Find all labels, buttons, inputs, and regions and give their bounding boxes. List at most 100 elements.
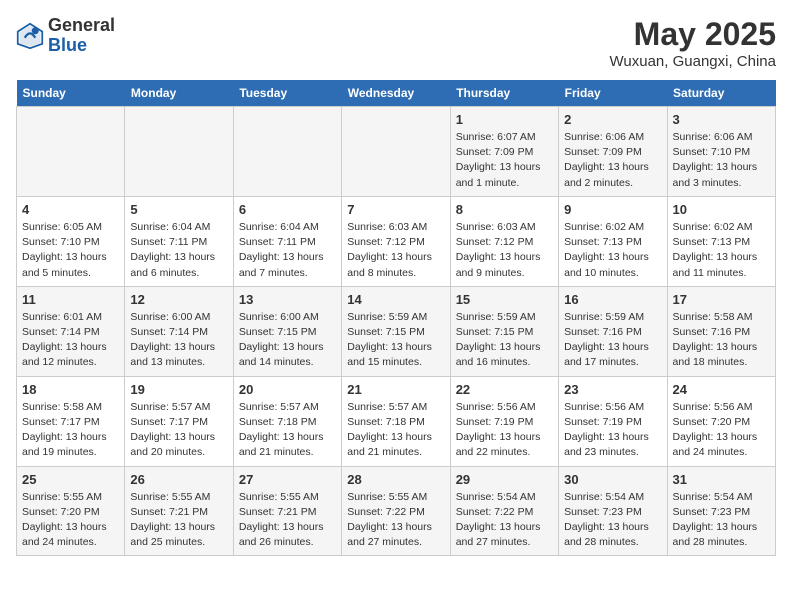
day-info: Sunrise: 6:07 AM Sunset: 7:09 PM Dayligh…	[456, 130, 553, 191]
day-info: Sunrise: 5:54 AM Sunset: 7:23 PM Dayligh…	[564, 490, 661, 551]
day-info: Sunrise: 5:59 AM Sunset: 7:15 PM Dayligh…	[456, 310, 553, 371]
day-info: Sunrise: 5:55 AM Sunset: 7:20 PM Dayligh…	[22, 490, 119, 551]
weekday-header: Thursday	[450, 80, 558, 107]
calendar-cell: 26Sunrise: 5:55 AM Sunset: 7:21 PM Dayli…	[125, 466, 233, 556]
calendar-cell: 13 Sunrise: 6:00 AM Sunset: 7:15 PM Dayli…	[233, 286, 341, 376]
calendar-cell: 22Sunrise: 5:56 AM Sunset: 7:19 PM Dayli…	[450, 376, 558, 466]
calendar-cell: 8 Sunrise: 6:03 AM Sunset: 7:12 PM Daylig…	[450, 196, 558, 286]
day-info: Sunrise: 6:03 AM Sunset: 7:12 PM Dayligh…	[456, 220, 553, 281]
calendar-cell: 21 Sunrise: 5:57 AM Sunset: 7:18 PM Dayli…	[342, 376, 450, 466]
day-number: 8	[456, 202, 553, 217]
calendar-table: SundayMondayTuesdayWednesdayThursdayFrid…	[16, 80, 776, 556]
weekday-header: Tuesday	[233, 80, 341, 107]
day-info: Sunrise: 6:05 AM Sunset: 7:10 PM Dayligh…	[22, 220, 119, 281]
day-info: Sunrise: 6:02 AM Sunset: 7:13 PM Dayligh…	[564, 220, 661, 281]
calendar-cell	[125, 107, 233, 197]
day-number: 23	[564, 382, 661, 397]
calendar-cell: 19 Sunrise: 5:57 AM Sunset: 7:17 PM Dayli…	[125, 376, 233, 466]
day-number: 9	[564, 202, 661, 217]
day-number: 15	[456, 292, 553, 307]
logo-blue: Blue	[48, 35, 87, 55]
day-number: 1	[456, 112, 553, 127]
day-number: 24	[673, 382, 770, 397]
day-info: Sunrise: 6:00 AM Sunset: 7:15 PM Dayligh…	[239, 310, 336, 371]
weekday-header: Sunday	[17, 80, 125, 107]
day-number: 13	[239, 292, 336, 307]
calendar-cell: 9 Sunrise: 6:02 AM Sunset: 7:13 PM Daylig…	[559, 196, 667, 286]
day-info: Sunrise: 6:06 AM Sunset: 7:09 PM Dayligh…	[564, 130, 661, 191]
calendar-cell: 18Sunrise: 5:58 AM Sunset: 7:17 PM Dayli…	[17, 376, 125, 466]
calendar-cell: 6 Sunrise: 6:04 AM Sunset: 7:11 PM Daylig…	[233, 196, 341, 286]
day-number: 21	[347, 382, 444, 397]
title-block: May 2025 Wuxuan, Guangxi, China	[610, 16, 777, 70]
weekday-header: Saturday	[667, 80, 775, 107]
calendar-cell: 30 Sunrise: 5:54 AM Sunset: 7:23 PM Dayli…	[559, 466, 667, 556]
day-number: 2	[564, 112, 661, 127]
day-info: Sunrise: 5:55 AM Sunset: 7:21 PM Dayligh…	[239, 490, 336, 551]
calendar-cell: 4Sunrise: 6:05 AM Sunset: 7:10 PM Daylig…	[17, 196, 125, 286]
day-number: 29	[456, 472, 553, 487]
day-number: 11	[22, 292, 119, 307]
calendar-week-row: 11Sunrise: 6:01 AM Sunset: 7:14 PM Dayli…	[17, 286, 776, 376]
calendar-cell: 24Sunrise: 5:56 AM Sunset: 7:20 PM Dayli…	[667, 376, 775, 466]
calendar-week-row: 18Sunrise: 5:58 AM Sunset: 7:17 PM Dayli…	[17, 376, 776, 466]
day-number: 7	[347, 202, 444, 217]
day-number: 12	[130, 292, 227, 307]
weekday-header-row: SundayMondayTuesdayWednesdayThursdayFrid…	[17, 80, 776, 107]
calendar-week-row: 1 Sunrise: 6:07 AM Sunset: 7:09 PM Daylig…	[17, 107, 776, 197]
day-info: Sunrise: 6:00 AM Sunset: 7:14 PM Dayligh…	[130, 310, 227, 371]
calendar-cell: 14Sunrise: 5:59 AM Sunset: 7:15 PM Dayli…	[342, 286, 450, 376]
weekday-header: Friday	[559, 80, 667, 107]
day-info: Sunrise: 5:57 AM Sunset: 7:18 PM Dayligh…	[347, 400, 444, 461]
calendar-cell: 31 Sunrise: 5:54 AM Sunset: 7:23 PM Dayli…	[667, 466, 775, 556]
calendar-cell: 29Sunrise: 5:54 AM Sunset: 7:22 PM Dayli…	[450, 466, 558, 556]
day-info: Sunrise: 5:57 AM Sunset: 7:17 PM Dayligh…	[130, 400, 227, 461]
day-number: 19	[130, 382, 227, 397]
day-info: Sunrise: 6:02 AM Sunset: 7:13 PM Dayligh…	[673, 220, 770, 281]
calendar-cell: 12 Sunrise: 6:00 AM Sunset: 7:14 PM Dayli…	[125, 286, 233, 376]
calendar-cell: 27 Sunrise: 5:55 AM Sunset: 7:21 PM Dayli…	[233, 466, 341, 556]
day-info: Sunrise: 5:55 AM Sunset: 7:22 PM Dayligh…	[347, 490, 444, 551]
day-number: 14	[347, 292, 444, 307]
calendar-cell: 1 Sunrise: 6:07 AM Sunset: 7:09 PM Daylig…	[450, 107, 558, 197]
day-number: 6	[239, 202, 336, 217]
location: Wuxuan, Guangxi, China	[610, 53, 777, 70]
calendar-cell: 17Sunrise: 5:58 AM Sunset: 7:16 PM Dayli…	[667, 286, 775, 376]
logo-text: General Blue	[48, 16, 115, 56]
day-number: 28	[347, 472, 444, 487]
day-number: 10	[673, 202, 770, 217]
calendar-cell: 28 Sunrise: 5:55 AM Sunset: 7:22 PM Dayli…	[342, 466, 450, 556]
day-number: 20	[239, 382, 336, 397]
calendar-week-row: 25Sunrise: 5:55 AM Sunset: 7:20 PM Dayli…	[17, 466, 776, 556]
calendar-cell: 11Sunrise: 6:01 AM Sunset: 7:14 PM Dayli…	[17, 286, 125, 376]
day-number: 30	[564, 472, 661, 487]
day-info: Sunrise: 6:06 AM Sunset: 7:10 PM Dayligh…	[673, 130, 770, 191]
calendar-cell	[233, 107, 341, 197]
logo-general: General	[48, 15, 115, 35]
day-number: 17	[673, 292, 770, 307]
day-info: Sunrise: 5:54 AM Sunset: 7:23 PM Dayligh…	[673, 490, 770, 551]
day-info: Sunrise: 6:04 AM Sunset: 7:11 PM Dayligh…	[130, 220, 227, 281]
calendar-cell: 15 Sunrise: 5:59 AM Sunset: 7:15 PM Dayli…	[450, 286, 558, 376]
day-info: Sunrise: 5:56 AM Sunset: 7:19 PM Dayligh…	[564, 400, 661, 461]
logo-icon	[16, 22, 44, 50]
calendar-cell	[17, 107, 125, 197]
day-info: Sunrise: 5:59 AM Sunset: 7:16 PM Dayligh…	[564, 310, 661, 371]
day-number: 3	[673, 112, 770, 127]
day-number: 31	[673, 472, 770, 487]
day-info: Sunrise: 5:57 AM Sunset: 7:18 PM Dayligh…	[239, 400, 336, 461]
weekday-header: Monday	[125, 80, 233, 107]
month-year: May 2025	[610, 16, 777, 53]
day-number: 27	[239, 472, 336, 487]
day-info: Sunrise: 6:03 AM Sunset: 7:12 PM Dayligh…	[347, 220, 444, 281]
day-info: Sunrise: 5:55 AM Sunset: 7:21 PM Dayligh…	[130, 490, 227, 551]
calendar-cell: 5Sunrise: 6:04 AM Sunset: 7:11 PM Daylig…	[125, 196, 233, 286]
calendar-cell: 3 Sunrise: 6:06 AM Sunset: 7:10 PM Daylig…	[667, 107, 775, 197]
calendar-cell: 7 Sunrise: 6:03 AM Sunset: 7:12 PM Daylig…	[342, 196, 450, 286]
calendar-cell: 16Sunrise: 5:59 AM Sunset: 7:16 PM Dayli…	[559, 286, 667, 376]
weekday-header: Wednesday	[342, 80, 450, 107]
calendar-cell: 25Sunrise: 5:55 AM Sunset: 7:20 PM Dayli…	[17, 466, 125, 556]
day-info: Sunrise: 6:04 AM Sunset: 7:11 PM Dayligh…	[239, 220, 336, 281]
calendar-cell: 10 Sunrise: 6:02 AM Sunset: 7:13 PM Dayli…	[667, 196, 775, 286]
day-info: Sunrise: 5:56 AM Sunset: 7:19 PM Dayligh…	[456, 400, 553, 461]
